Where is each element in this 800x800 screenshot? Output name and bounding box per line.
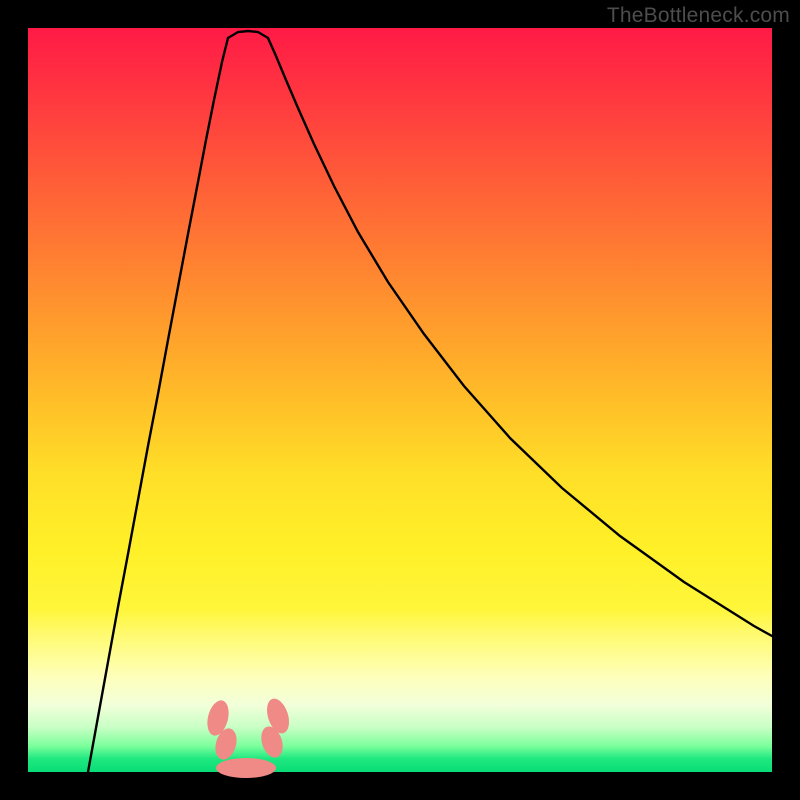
watermark-text: TheBottleneck.com <box>607 4 790 28</box>
chart-frame: TheBottleneck.com <box>0 0 800 800</box>
right-curve <box>268 38 772 636</box>
bottleneck-curve <box>88 31 772 772</box>
highlight-markers <box>204 696 293 778</box>
chart-svg <box>28 28 772 772</box>
bottom-blob <box>216 758 276 778</box>
left-curve <box>88 38 228 772</box>
plot-area <box>28 28 772 772</box>
flat-bottom <box>228 31 268 38</box>
